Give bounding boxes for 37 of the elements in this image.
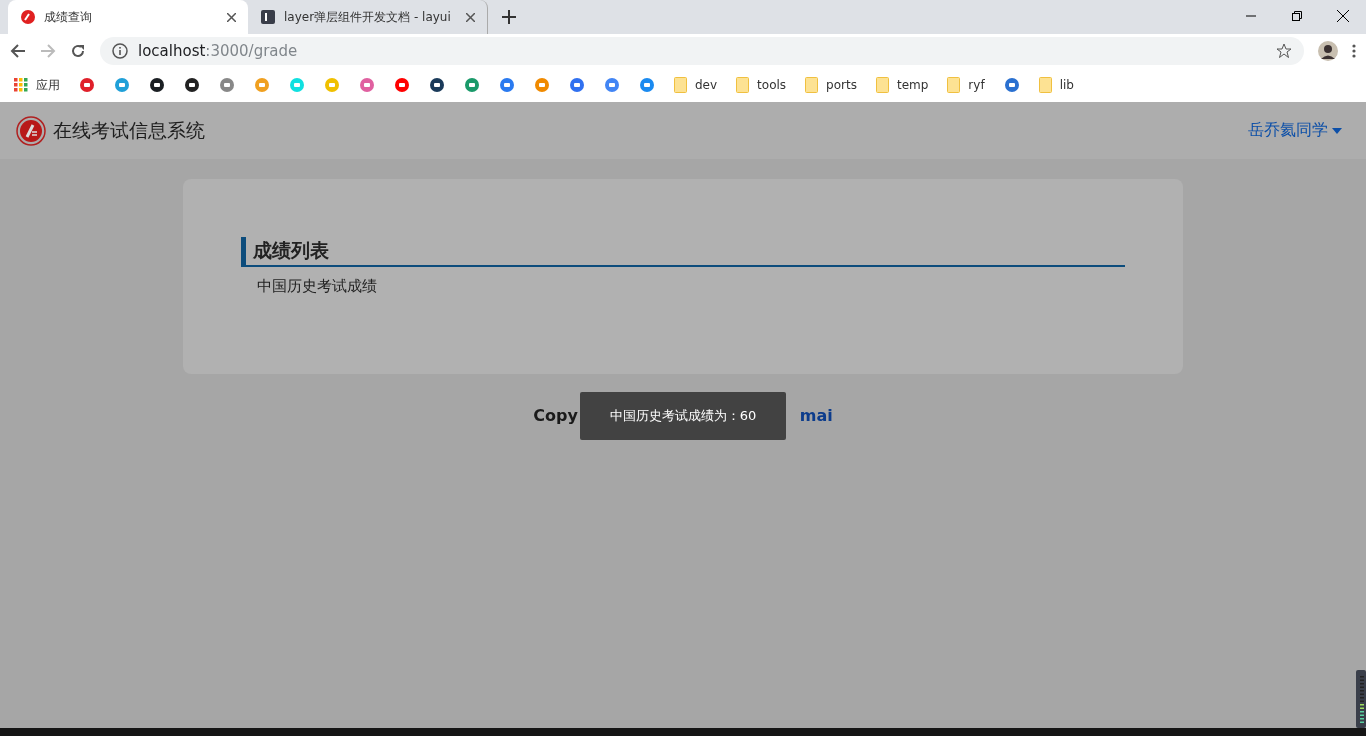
bookmark-icon[interactable] — [184, 77, 200, 93]
tab-logo-icon — [260, 9, 276, 25]
avatar-icon[interactable] — [1318, 41, 1338, 61]
bookmark-label[interactable]: ports — [826, 78, 857, 92]
close-tab-icon[interactable] — [227, 12, 236, 22]
footer-text: Copy — [533, 406, 578, 425]
bookmark-label[interactable]: lib — [1059, 78, 1074, 92]
tab-title: 成绩查询 — [44, 8, 93, 26]
section-heading: 成绩列表 — [241, 237, 1125, 267]
bookmark-label[interactable]: 应用 — [36, 76, 60, 94]
star-icon[interactable] — [1276, 43, 1292, 59]
caret-icon — [1332, 127, 1342, 134]
new-tab-icon[interactable] — [502, 10, 516, 24]
tab-title: layer弹层组件开发文档 - layui — [284, 8, 452, 26]
bookmark-label[interactable]: dev — [695, 78, 718, 92]
grade-item[interactable]: 中国历史考试成绩 — [241, 267, 1125, 296]
url-text: localhost:3000/grade — [138, 42, 298, 60]
back-icon[interactable] — [10, 43, 26, 59]
reload-icon[interactable] — [70, 43, 86, 59]
brand-title: 在线考试信息系统 — [53, 117, 205, 143]
address-bar[interactable]: localhost:3000/grade — [100, 37, 1304, 65]
volume-meter-icon — [1356, 670, 1366, 728]
toast-message: 中国历史考试成绩为：60 — [580, 392, 786, 440]
user-menu[interactable]: 岳乔氦同学 — [1248, 120, 1350, 141]
browser-tab[interactable]: 成绩查询 — [8, 0, 248, 34]
logo-icon — [16, 115, 46, 146]
bookmark-label[interactable]: tools — [757, 78, 787, 92]
bookmark-icon[interactable] — [429, 77, 445, 93]
tab-logo-icon — [20, 9, 36, 25]
bookmark-label[interactable]: ryf — [968, 78, 985, 92]
close-tab-icon[interactable] — [466, 12, 475, 22]
menu-icon[interactable] — [1352, 43, 1356, 59]
bookmark-icon[interactable] — [149, 77, 165, 93]
footer-link[interactable]: mai — [799, 406, 833, 425]
info-icon[interactable] — [112, 43, 128, 59]
apps-icon[interactable] — [14, 78, 28, 92]
bookmark-label[interactable]: temp — [896, 78, 929, 92]
